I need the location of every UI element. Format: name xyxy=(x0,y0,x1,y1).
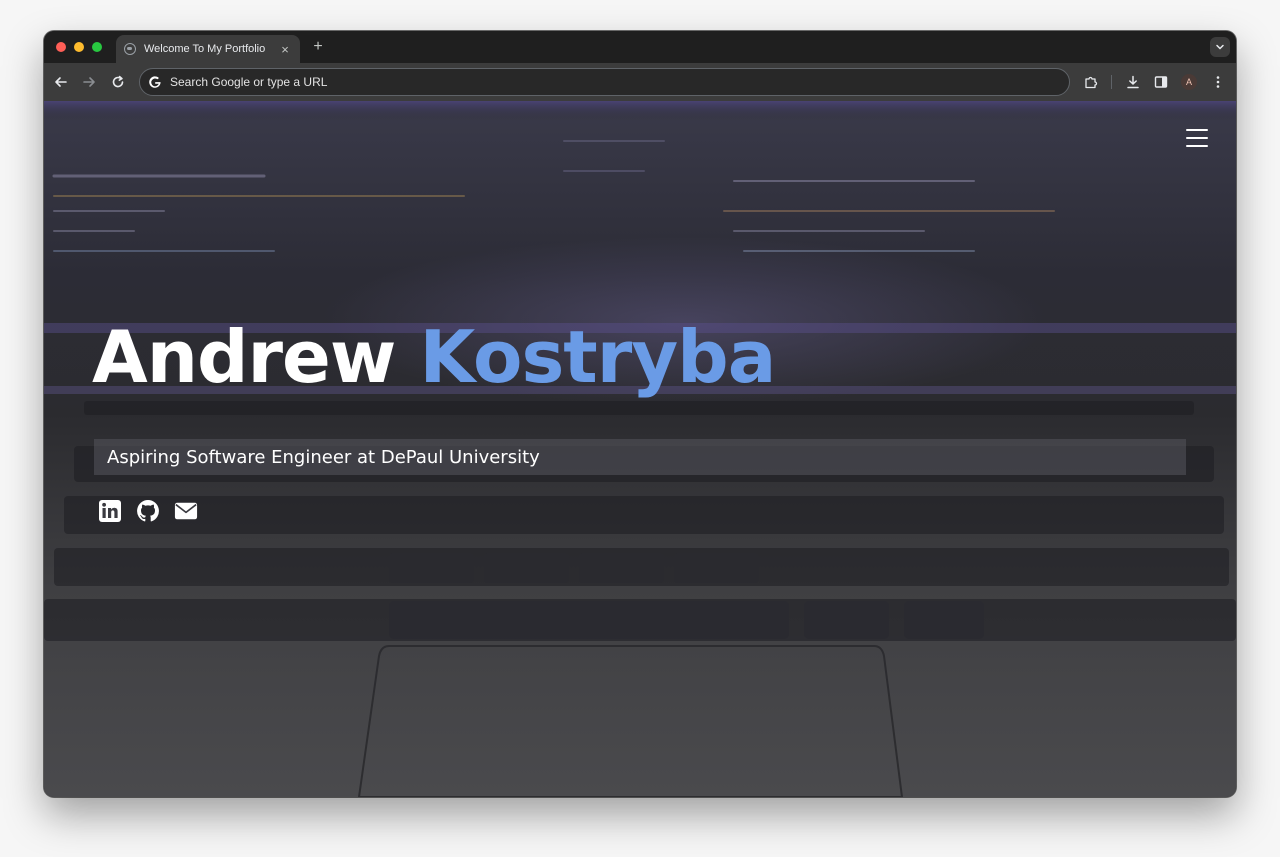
downloads-button[interactable] xyxy=(1122,71,1144,93)
arrow-right-icon xyxy=(83,77,95,87)
puzzle-piece-icon xyxy=(1085,76,1098,89)
desktop-stage: Welcome To My Portfolio × + Search Googl… xyxy=(0,0,1280,857)
subtitle-bar: Aspiring Software Engineer at DePaul Uni… xyxy=(94,439,1186,475)
minimize-window-button[interactable] xyxy=(74,42,84,52)
hero-first-name: Andrew xyxy=(92,315,396,399)
github-link[interactable] xyxy=(136,499,160,523)
side-panel-icon xyxy=(1154,76,1168,88)
envelope-icon xyxy=(174,502,198,520)
reload-icon xyxy=(112,75,124,88)
browser-menu-button[interactable] xyxy=(1207,71,1229,93)
kebab-menu-icon xyxy=(1216,76,1220,88)
tab-search-button[interactable] xyxy=(1210,37,1230,57)
hero-last-name: Kostryba xyxy=(419,315,776,399)
linkedin-link[interactable] xyxy=(98,499,122,523)
toolbar-separator xyxy=(1111,75,1112,89)
avatar: A xyxy=(1181,74,1197,90)
side-panel-button[interactable] xyxy=(1150,71,1172,93)
hamburger-bar xyxy=(1186,145,1208,147)
chevron-down-icon xyxy=(1216,44,1224,50)
maximize-window-button[interactable] xyxy=(92,42,102,52)
hero-name: Andrew Kostryba xyxy=(92,313,776,401)
globe-icon xyxy=(124,43,136,55)
page-viewport: Andrew Kostryba Aspiring Software Engine… xyxy=(44,101,1236,797)
arrow-left-icon xyxy=(55,77,67,87)
download-icon xyxy=(1127,75,1139,89)
tab-portfolio[interactable]: Welcome To My Portfolio × xyxy=(116,35,300,63)
browser-window: Welcome To My Portfolio × + Search Googl… xyxy=(44,31,1236,797)
hamburger-bar xyxy=(1186,129,1208,131)
address-input[interactable] xyxy=(170,75,1069,89)
tab-close-button[interactable]: × xyxy=(278,42,292,57)
hamburger-menu-icon[interactable] xyxy=(1186,129,1208,147)
social-links xyxy=(98,499,198,523)
reload-button[interactable] xyxy=(107,71,129,93)
new-tab-button[interactable]: + xyxy=(308,37,328,57)
back-button[interactable] xyxy=(50,71,72,93)
forward-button[interactable] xyxy=(78,71,100,93)
browser-toolbar: A xyxy=(44,63,1236,101)
tab-title: Welcome To My Portfolio xyxy=(144,43,266,55)
github-icon xyxy=(137,500,159,522)
linkedin-icon xyxy=(99,500,121,522)
extensions-button[interactable] xyxy=(1080,71,1102,93)
hero-subtitle: Aspiring Software Engineer at DePaul Uni… xyxy=(107,446,540,468)
email-link[interactable] xyxy=(174,499,198,523)
address-bar[interactable] xyxy=(139,68,1070,96)
google-g-icon xyxy=(149,76,161,88)
window-controls xyxy=(56,42,102,52)
tab-strip: Welcome To My Portfolio × + xyxy=(44,31,1236,63)
close-window-button[interactable] xyxy=(56,42,66,52)
profile-button[interactable]: A xyxy=(1178,71,1200,93)
hamburger-bar xyxy=(1186,137,1208,139)
